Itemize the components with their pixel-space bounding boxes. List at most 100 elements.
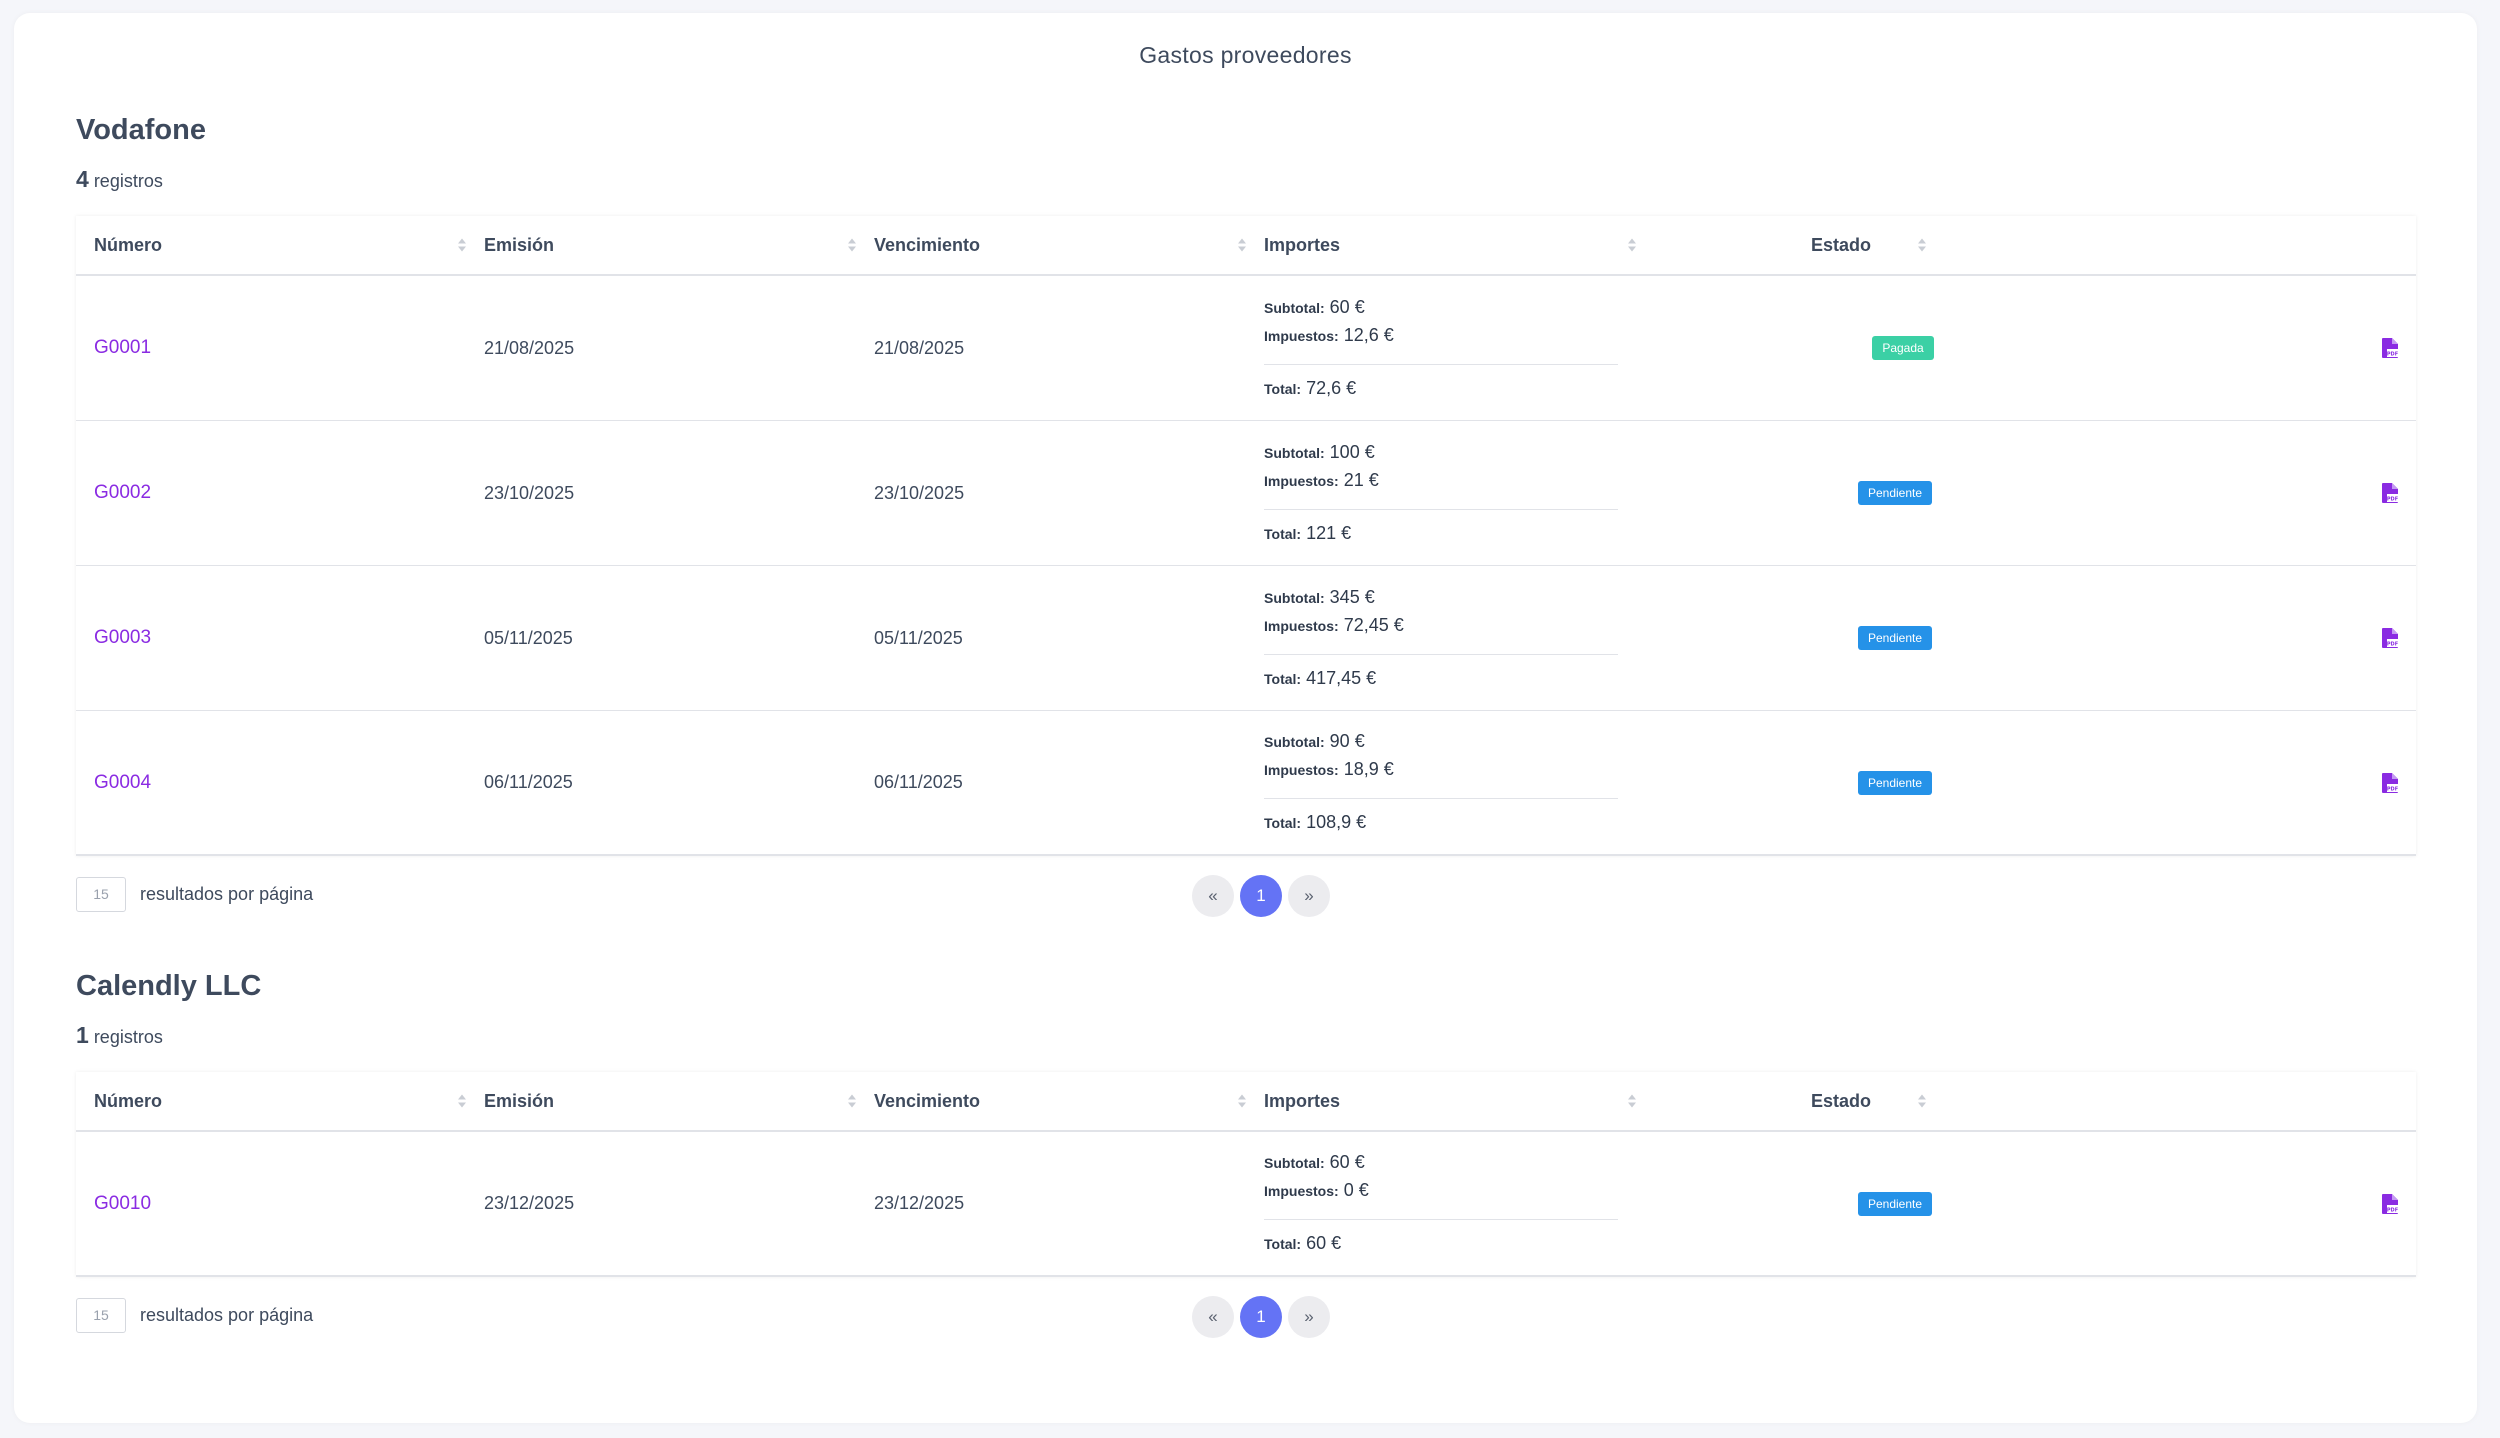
sort-icon[interactable] xyxy=(1238,1094,1246,1108)
sort-icon[interactable] xyxy=(848,1094,856,1108)
column-header-label: Vencimiento xyxy=(874,234,981,255)
cell-actions: PDF xyxy=(2046,711,2416,854)
column-header-numero[interactable]: Número xyxy=(76,1072,466,1130)
total-line: Total: 60 € xyxy=(1264,1230,1341,1258)
total-label: Total: xyxy=(1264,670,1302,687)
column-header-importes[interactable]: Importes xyxy=(1246,216,1636,274)
column-header-emision[interactable]: Emisión xyxy=(466,216,856,274)
pagination-next-button[interactable]: » xyxy=(1288,1296,1330,1338)
total-label: Total: xyxy=(1264,1236,1302,1252)
supplier-name: Calendly LLC xyxy=(76,970,262,1002)
column-header-actions xyxy=(2046,216,2416,274)
subtotal-value: 60 € xyxy=(1329,296,1365,317)
file-pdf-icon[interactable]: PDF xyxy=(2382,1193,2398,1214)
pagination-prev-button[interactable]: « xyxy=(1192,1296,1234,1338)
sort-icon[interactable] xyxy=(1918,1094,1926,1108)
supplier-section: Calendly LLC 1 registros Número Emisión … xyxy=(76,966,2416,1349)
sort-icon[interactable] xyxy=(1628,238,1636,252)
column-header-label: Número xyxy=(94,234,163,255)
status-badge: Pendiente xyxy=(1857,1191,1933,1216)
column-header-estado[interactable]: Estado xyxy=(1636,1072,2046,1130)
sort-icon[interactable] xyxy=(1238,238,1246,252)
column-header-vencimiento[interactable]: Vencimiento xyxy=(856,1072,1246,1130)
cell-actions: PDF xyxy=(2046,1132,2416,1275)
total-value: 121 € xyxy=(1306,522,1352,543)
total-value: 60 € xyxy=(1306,1233,1342,1253)
svg-text:PDF: PDF xyxy=(2387,497,2398,503)
table-header: Número Emisión Vencimiento Importes Esta… xyxy=(76,1072,2416,1132)
table-row: G0003 05/11/2025 05/11/2025 Subtotal: 34… xyxy=(76,566,2416,711)
invoice-number-link[interactable]: G0002 xyxy=(94,482,151,504)
subtotal-label: Subtotal: xyxy=(1264,1155,1325,1171)
cell-vencimiento: 23/10/2025 xyxy=(874,482,965,503)
table-footer: 15 resultados por página « 1 » xyxy=(76,1289,2416,1349)
subtotal-line: Subtotal: 345 € xyxy=(1264,584,1375,612)
status-badge: Pendiente xyxy=(1857,770,1933,795)
amounts-divider xyxy=(1264,653,1618,655)
column-header-importes[interactable]: Importes xyxy=(1246,1072,1636,1130)
invoice-number-link[interactable]: G0003 xyxy=(94,627,151,649)
subtotal-value: 345 € xyxy=(1329,586,1375,607)
taxes-label: Impuestos: xyxy=(1264,617,1339,634)
cell-estado: Pendiente xyxy=(1636,711,2046,854)
total-line: Total: 108,9 € xyxy=(1264,809,1366,837)
table-row: G0004 06/11/2025 06/11/2025 Subtotal: 90… xyxy=(76,711,2416,856)
cell-vencimiento: 23/12/2025 xyxy=(874,1193,965,1213)
invoice-number-link[interactable]: G0004 xyxy=(94,772,151,794)
pagination-page-button[interactable]: 1 xyxy=(1240,875,1282,917)
column-header-actions xyxy=(2046,1072,2416,1130)
subtotal-line: Subtotal: 60 € xyxy=(1264,1149,1365,1177)
cell-vencimiento: 05/11/2025 xyxy=(874,627,963,648)
per-page-input[interactable]: 15 xyxy=(76,1298,126,1333)
invoices-table: Número Emisión Vencimiento Importes Esta… xyxy=(76,216,2416,856)
sort-icon[interactable] xyxy=(458,1094,466,1108)
subtotal-line: Subtotal: 100 € xyxy=(1264,439,1375,467)
per-page-control: 15 resultados por página xyxy=(76,877,313,912)
column-header-label: Estado xyxy=(1810,234,1871,255)
status-badge: Pagada xyxy=(1872,336,1934,360)
invoice-number-link[interactable]: G0010 xyxy=(94,1193,151,1215)
taxes-value: 72,45 € xyxy=(1343,614,1404,635)
sort-icon[interactable] xyxy=(458,238,466,252)
invoices-table: Número Emisión Vencimiento Importes Esta… xyxy=(76,1072,2416,1277)
taxes-line: Impuestos: 18,9 € xyxy=(1264,756,1394,784)
pagination: « 1 » xyxy=(1192,875,1330,917)
column-header-estado[interactable]: Estado xyxy=(1636,216,2046,274)
cell-estado: Pendiente xyxy=(1636,566,2046,710)
column-header-label: Importes xyxy=(1264,1090,1341,1111)
cell-vencimiento: 06/11/2025 xyxy=(874,772,963,792)
taxes-value: 0 € xyxy=(1343,1180,1369,1200)
column-header-numero[interactable]: Número xyxy=(76,216,466,274)
status-badge: Pendiente xyxy=(1857,481,1933,505)
per-page-label: resultados por página xyxy=(140,1305,314,1325)
file-pdf-icon[interactable]: PDF xyxy=(2382,338,2398,358)
file-pdf-icon[interactable]: PDF xyxy=(2382,628,2398,648)
record-count-number: 1 xyxy=(76,1022,89,1048)
per-page-input[interactable]: 15 xyxy=(76,877,126,912)
pagination-next-button[interactable]: » xyxy=(1288,875,1330,917)
pagination-page-button[interactable]: 1 xyxy=(1240,1296,1282,1338)
taxes-label: Impuestos: xyxy=(1264,762,1339,778)
subtotal-label: Subtotal: xyxy=(1264,444,1325,461)
file-pdf-icon[interactable]: PDF xyxy=(2382,483,2398,503)
cell-emision: 06/11/2025 xyxy=(484,772,573,792)
main-card: Gastos proveedores Vodafone 4 registros … xyxy=(14,13,2477,1423)
sort-icon[interactable] xyxy=(1628,1094,1636,1108)
cell-actions: PDF xyxy=(2046,421,2416,565)
sort-icon[interactable] xyxy=(1918,238,1926,252)
column-header-emision[interactable]: Emisión xyxy=(466,1072,856,1130)
taxes-value: 21 € xyxy=(1343,469,1379,490)
column-header-vencimiento[interactable]: Vencimiento xyxy=(856,216,1246,274)
page-title: Gastos proveedores xyxy=(1139,42,1352,68)
total-label: Total: xyxy=(1264,815,1302,831)
cell-emision: 23/12/2025 xyxy=(484,1193,575,1213)
sort-icon[interactable] xyxy=(848,238,856,252)
record-count: 4 registros xyxy=(76,164,2416,194)
amounts-divider xyxy=(1264,1219,1618,1220)
pagination-prev-button[interactable]: « xyxy=(1192,875,1234,917)
file-pdf-icon[interactable]: PDF xyxy=(2382,772,2398,793)
invoice-number-link[interactable]: G0001 xyxy=(94,337,151,359)
cell-actions: PDF xyxy=(2046,566,2416,710)
total-label: Total: xyxy=(1264,380,1302,397)
per-page-control: 15 resultados por página xyxy=(76,1298,313,1333)
